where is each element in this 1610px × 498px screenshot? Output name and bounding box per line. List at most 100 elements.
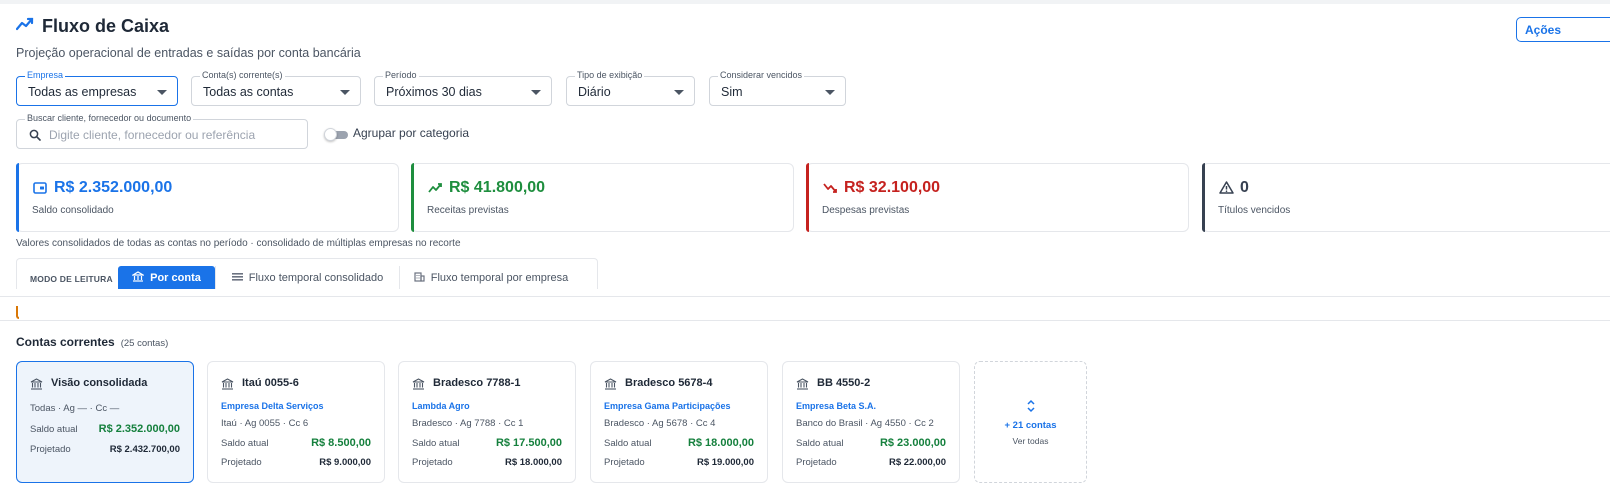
search-field[interactable]: Buscar cliente, fornecedor ou documento: [16, 113, 308, 149]
saldo-label: Saldo atual: [412, 438, 460, 449]
trending-down-icon: [823, 181, 838, 199]
wallet-icon: [33, 181, 47, 199]
accounts-section-header: Contas correntes (25 contas): [16, 335, 168, 349]
projetado-value: R$ 19.000,00: [696, 457, 754, 468]
account-card[interactable]: BB 4550-2 Empresa Beta S.A. Banco do Bra…: [782, 361, 960, 483]
tipo-exibicao-select[interactable]: Tipo de exibição Diário: [566, 70, 695, 106]
empresa-select-value: Todas as empresas: [28, 85, 137, 99]
trending-up-icon: [428, 181, 443, 199]
projetado-row: Projetado R$ 18.000,00: [412, 457, 562, 468]
periodo-select[interactable]: Período Próximos 30 dias: [374, 70, 552, 106]
kpi-accent-bar: [16, 163, 19, 232]
account-name: Bradesco 5678-4: [625, 377, 713, 389]
kpi-receitas-previstas: R$ 41.800,00 Receitas previstas: [411, 163, 794, 232]
chevron-down-icon: [674, 90, 684, 95]
kpi-label: Saldo consolidado: [32, 205, 114, 216]
tab-fluxo-temporal-consolidado[interactable]: Fluxo temporal consolidado: [215, 266, 399, 289]
saldo-value: R$ 2.352.000,00: [98, 423, 180, 435]
kpi-saldo-consolidado: R$ 2.352.000,00 Saldo consolidado: [16, 163, 399, 232]
vencidos-select-label: Considerar vencidos: [718, 70, 805, 81]
bank-icon: [221, 377, 234, 395]
list-icon: [231, 272, 243, 284]
search-icon: [29, 128, 41, 146]
account-card-consolidated[interactable]: Visão consolidada Todas · Ag — · Cc — Sa…: [16, 361, 194, 483]
projetado-value: R$ 2.432.700,00: [109, 444, 180, 455]
account-card[interactable]: Bradesco 5678-4 Empresa Gama Participaçõ…: [590, 361, 768, 483]
more-accounts-card[interactable]: + 21 contas Ver todas: [974, 361, 1087, 483]
account-name: BB 4550-2: [817, 377, 871, 389]
tab-por-conta[interactable]: Por conta: [118, 266, 215, 289]
bank-icon: [412, 377, 425, 395]
kpi-despesas-previstas: R$ 32.100,00 Despesas previstas: [806, 163, 1189, 232]
projetado-row: Projetado R$ 9.000,00: [221, 457, 371, 468]
account-details: Banco do Brasil · Ag 4550 · Cc 2: [796, 418, 934, 429]
search-field-label: Buscar cliente, fornecedor ou documento: [25, 113, 194, 124]
consolidation-note: Valores consolidados de todas as contas …: [16, 238, 461, 249]
saldo-row: Saldo atual R$ 18.000,00: [604, 437, 754, 449]
tipo-exibicao-value: Diário: [578, 85, 611, 99]
warning-icon: [1219, 181, 1234, 199]
contas-select[interactable]: Conta(s) corrente(s) Todas as contas: [191, 70, 361, 106]
kpi-accent-bar: [411, 163, 414, 232]
projetado-label: Projetado: [412, 457, 453, 468]
toggle-knob: [324, 128, 337, 141]
saldo-value: R$ 23.000,00: [879, 437, 946, 449]
vencidos-select[interactable]: Considerar vencidos Sim: [709, 70, 846, 106]
loading-indicator: [16, 306, 19, 319]
chevron-down-icon: [825, 90, 835, 95]
projetado-label: Projetado: [796, 457, 837, 468]
kpi-accent-bar: [1202, 163, 1205, 232]
projetado-row: Projetado R$ 22.000,00: [796, 457, 946, 468]
kpi-titulos-vencidos: 0 Títulos vencidos: [1202, 163, 1610, 232]
empresa-select-label: Empresa: [25, 70, 66, 81]
search-input[interactable]: [49, 126, 299, 144]
top-strip: [0, 0, 1610, 4]
divider: [0, 296, 1610, 297]
projetado-row: Projetado R$ 19.000,00: [604, 457, 754, 468]
projetado-label: Projetado: [604, 457, 645, 468]
chevron-down-icon: [157, 90, 167, 95]
saldo-value: R$ 18.000,00: [687, 437, 754, 449]
account-name: Itaú 0055-6: [242, 377, 299, 389]
saldo-row: Saldo atual R$ 8.500,00: [221, 437, 371, 449]
periodo-select-label: Período: [383, 70, 419, 81]
agrupar-categoria-toggle[interactable]: [324, 128, 348, 141]
view-all-link[interactable]: Ver todas: [975, 436, 1086, 446]
periodo-select-value: Próximos 30 dias: [386, 85, 482, 99]
tab-label: Fluxo temporal consolidado: [248, 271, 384, 284]
building-icon: [414, 271, 425, 285]
trending-up-icon: [15, 17, 34, 36]
empresa-select[interactable]: Empresa Todas as empresas: [16, 70, 178, 106]
account-details: Todas · Ag — · Cc —: [30, 403, 120, 414]
more-accounts-count: + 21 contas: [1004, 420, 1057, 431]
contas-select-label: Conta(s) corrente(s): [200, 70, 285, 81]
saldo-label: Saldo atual: [604, 438, 652, 449]
page-subtitle: Projeção operacional de entradas e saída…: [16, 46, 361, 60]
account-empresa: Lambda Agro: [412, 401, 470, 411]
expand-icon: [1026, 399, 1036, 418]
chevron-down-icon: [531, 90, 541, 95]
tab-fluxo-temporal-por-empresa[interactable]: Fluxo temporal por empresa: [399, 266, 582, 289]
reading-mode-tabs: MODO DE LEITURA Por conta Fluxo temporal…: [16, 258, 598, 289]
account-empresa: Empresa Delta Serviços: [221, 401, 324, 411]
account-card[interactable]: Itaú 0055-6 Empresa Delta Serviços Itaú …: [207, 361, 385, 483]
accounts-section-title: Contas correntes: [16, 335, 115, 349]
actions-button[interactable]: Ações: [1516, 17, 1610, 42]
saldo-row: Saldo atual R$ 2.352.000,00: [30, 423, 180, 435]
contas-select-value: Todas as contas: [203, 85, 294, 99]
kpi-label: Títulos vencidos: [1218, 205, 1291, 216]
reading-mode-label: MODO DE LEITURA: [30, 274, 113, 284]
saldo-row: Saldo atual R$ 23.000,00: [796, 437, 946, 449]
saldo-label: Saldo atual: [796, 438, 844, 449]
projetado-label: Projetado: [221, 457, 262, 468]
account-details: Itaú · Ag 0055 · Cc 6: [221, 418, 309, 429]
kpi-value: R$ 2.352.000,00: [54, 179, 173, 196]
account-empresa: Empresa Beta S.A.: [796, 401, 877, 411]
vencidos-select-value: Sim: [721, 85, 743, 99]
kpi-value: R$ 32.100,00: [844, 179, 941, 196]
accounts-count: (25 contas): [120, 338, 169, 349]
account-card[interactable]: Bradesco 7788-1 Lambda Agro Bradesco · A…: [398, 361, 576, 483]
account-details: Bradesco · Ag 5678 · Cc 4: [604, 418, 716, 429]
kpi-accent-bar: [806, 163, 809, 232]
account-details: Bradesco · Ag 7788 · Cc 1: [412, 418, 524, 429]
